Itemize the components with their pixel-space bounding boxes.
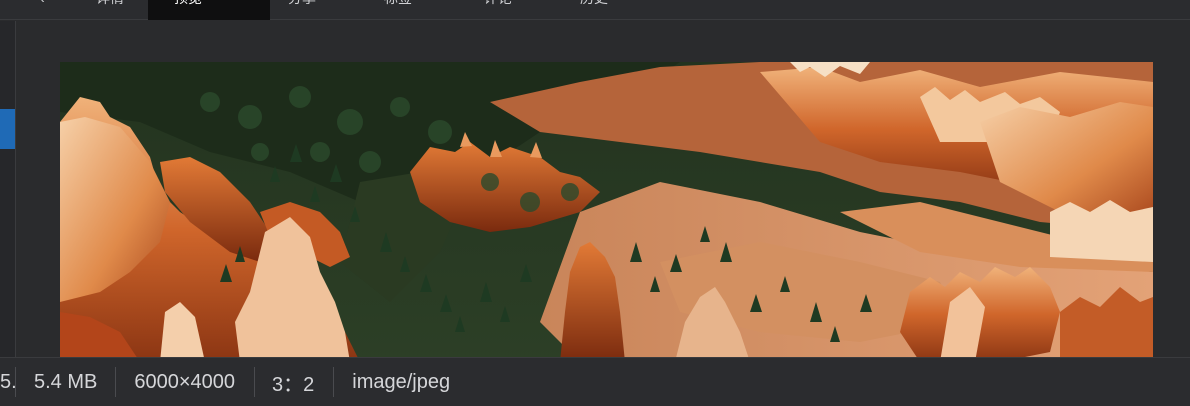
tab-bar: ‹ 详情 预览 分享 标签 评论 历史 — [0, 0, 1190, 20]
status-dimensions: 6000×4000 — [134, 370, 236, 393]
sidebar: • • — [0, 21, 16, 357]
tab-preview[interactable]: 预览 — [148, 0, 270, 20]
status-file-size: 5.4 MB — [34, 370, 98, 393]
preview-pane — [17, 21, 1190, 357]
sidebar-item-2[interactable]: • — [0, 79, 15, 101]
status-truncated-value: 5. — [0, 370, 17, 393]
file-preview-window: ‹ 详情 预览 分享 标签 评论 历史 • • — [0, 0, 1190, 406]
tab-history[interactable]: 历史 — [580, 0, 620, 20]
tab-share[interactable]: 分享 — [288, 0, 332, 20]
status-aspect-ratio: 3：2 — [272, 373, 315, 396]
status-bar: 5. 5.4 MB 6000×4000 3：2 image/jpeg — [0, 357, 1190, 406]
tab-comments[interactable]: 评论 — [484, 0, 534, 20]
sidebar-item-1[interactable]: • — [0, 35, 15, 57]
tab-tags[interactable]: 标签 — [384, 0, 430, 20]
status-mime-type: image/jpeg — [352, 370, 451, 393]
tab-details[interactable]: 详情 — [96, 0, 136, 20]
sidebar-item-selected[interactable] — [0, 109, 15, 149]
tab-back-arrow[interactable]: ‹ — [40, 0, 52, 20]
preview-image[interactable] — [60, 62, 1153, 357]
canyon-photo-graphic — [60, 62, 1153, 357]
